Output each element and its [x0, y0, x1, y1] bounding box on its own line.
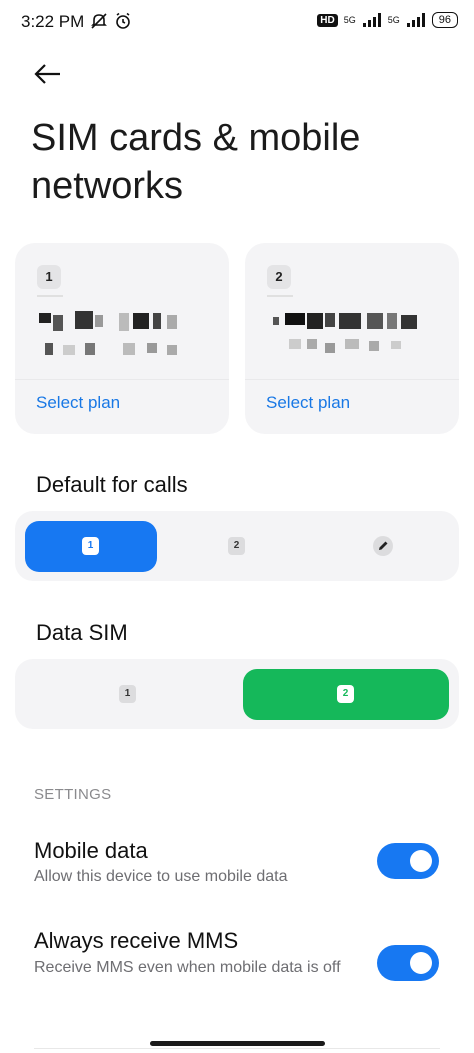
default-calls-selector: 1 2 — [15, 511, 459, 581]
signal-icon-1 — [362, 13, 381, 27]
sim-card-2[interactable]: 2 Select plan — [245, 243, 459, 434]
sim-slot-badge: 1 — [37, 265, 61, 289]
data-option-sim-2[interactable]: 2 — [243, 669, 449, 720]
calls-option-ask-every-time[interactable] — [317, 521, 449, 572]
select-plan-link[interactable]: Select plan — [36, 393, 120, 413]
mms-title: Always receive MMS — [34, 928, 239, 953]
select-plan-link[interactable]: Select plan — [266, 393, 350, 413]
battery-indicator: 96 — [431, 12, 458, 28]
sim-1-chip: 1 — [82, 537, 99, 555]
calls-option-sim-1[interactable]: 1 — [25, 521, 157, 572]
sim-1-chip: 1 — [119, 685, 136, 703]
status-icons-right: HD 5G 5G 96 — [317, 12, 458, 28]
settings-section-label: SETTINGS — [34, 786, 112, 803]
mms-toggle[interactable] — [377, 945, 439, 981]
page-title: SIM cards & mobile networks — [31, 117, 361, 207]
hd-badge: HD — [317, 13, 338, 27]
data-sim-heading: Data SIM — [36, 620, 128, 645]
data-sim-selector: 1 2 — [15, 659, 459, 729]
mobile-data-toggle[interactable] — [377, 843, 439, 879]
muted-bell-icon — [91, 13, 107, 29]
toggle-knob — [410, 850, 432, 872]
mobile-data-subtitle: Allow this device to use mobile data — [34, 868, 288, 885]
back-arrow-icon[interactable] — [32, 58, 64, 90]
divider — [245, 379, 459, 380]
toggle-knob — [410, 952, 432, 974]
divider — [15, 379, 229, 380]
signal-icon-2 — [406, 13, 425, 27]
network-type-2: 5G — [387, 15, 400, 25]
mobile-data-title: Mobile data — [34, 838, 148, 863]
divider — [37, 295, 63, 297]
sim-2-chip: 2 — [337, 685, 354, 703]
status-icons-left — [90, 12, 132, 30]
sim-card-1[interactable]: 1 Select plan — [15, 243, 229, 434]
alarm-icon — [116, 12, 130, 29]
default-calls-heading: Default for calls — [36, 472, 188, 497]
sim-2-chip: 2 — [228, 537, 245, 555]
home-indicator[interactable] — [150, 1041, 325, 1046]
sim-slot-badge: 2 — [267, 265, 291, 289]
data-option-sim-1[interactable]: 1 — [25, 669, 231, 720]
network-type-1: 5G — [343, 15, 356, 25]
status-time: 3:22 PM — [21, 12, 85, 31]
calls-option-sim-2[interactable]: 2 — [171, 521, 303, 572]
divider — [34, 1048, 440, 1049]
divider — [267, 295, 293, 297]
pencil-icon — [373, 536, 393, 556]
mms-subtitle: Receive MMS even when mobile data is off — [34, 959, 341, 976]
